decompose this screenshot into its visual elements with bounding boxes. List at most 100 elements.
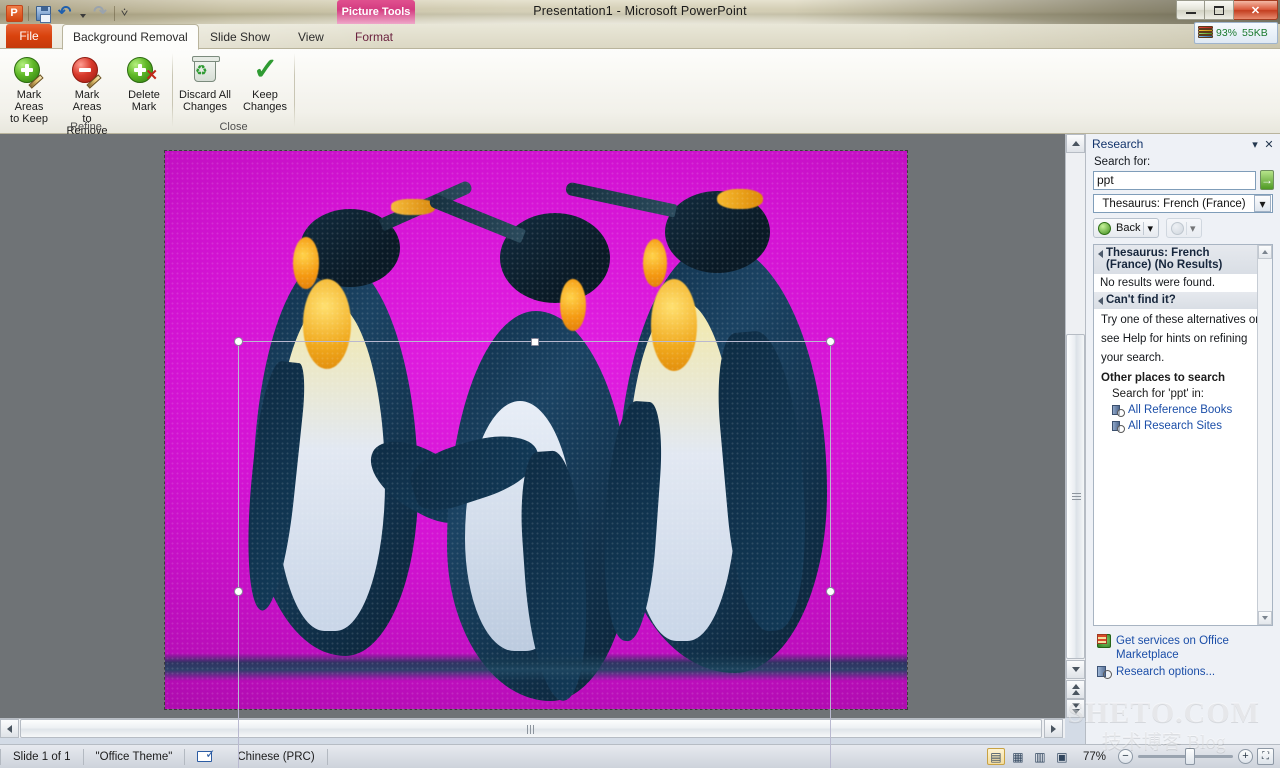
customize-qat-icon[interactable]: ⩒ xyxy=(119,3,130,23)
close-icon[interactable]: ✕ xyxy=(1262,137,1276,151)
delete-mark-button[interactable]: ✕ Delete Mark xyxy=(116,52,172,115)
fit-slide-to-window-button[interactable]: ⛶ xyxy=(1257,748,1274,765)
research-pane-title: Research xyxy=(1092,137,1144,151)
chevron-down-icon[interactable]: ▾ xyxy=(1248,137,1262,151)
app-logo-letter: P xyxy=(5,4,23,22)
powerpoint-logo-icon[interactable]: P xyxy=(4,3,24,23)
tab-slide-show[interactable]: Slide Show xyxy=(200,24,280,49)
collapse-triangle-icon[interactable] xyxy=(1098,297,1103,305)
tab-background-removal[interactable]: Background Removal xyxy=(62,24,199,50)
back-button[interactable]: Back ▾ xyxy=(1093,218,1159,238)
office-marketplace-icon xyxy=(1097,634,1111,648)
archive-percent: 93% xyxy=(1216,27,1238,39)
contextual-tab-label: Picture Tools xyxy=(337,0,415,24)
search-input[interactable] xyxy=(1093,170,1256,190)
vertical-scrollbar[interactable] xyxy=(1065,134,1085,718)
archiver-progress-widget[interactable]: 93% 55KB xyxy=(1194,22,1278,44)
link-label: Get services on Office Marketplace xyxy=(1116,635,1229,661)
results-section-thesaurus[interactable]: Thesaurus: French (France) (No Results) xyxy=(1094,245,1270,274)
help-text: Try one of these alternatives or see Hel… xyxy=(1101,314,1260,364)
forward-button[interactable]: ▾ xyxy=(1166,218,1202,238)
collapse-triangle-icon[interactable] xyxy=(1098,250,1103,258)
window-controls[interactable]: ✕ xyxy=(1176,0,1278,20)
slide-counter[interactable]: Slide 1 of 1 xyxy=(1,747,83,767)
zoom-slider[interactable]: − + xyxy=(1118,748,1253,765)
slide-show-view-button[interactable]: ▣ xyxy=(1053,748,1071,765)
keep-label-line1: Keep xyxy=(252,89,278,101)
save-icon[interactable] xyxy=(33,3,53,23)
undo-icon[interactable]: ↷ xyxy=(55,3,75,23)
tab-view[interactable]: View xyxy=(288,24,334,49)
research-results-panel[interactable]: Thesaurus: French (France) (No Results) … xyxy=(1093,244,1273,626)
link-all-reference-books[interactable]: All Reference Books xyxy=(1094,402,1270,418)
research-site-icon xyxy=(1112,420,1125,433)
mark-areas-to-keep-button[interactable]: Mark Areas to Keep xyxy=(0,52,58,127)
results-scroll-down-button[interactable] xyxy=(1258,611,1272,625)
ribbon-tab-strip[interactable]: File Background Removal Slide Show View … xyxy=(0,24,1280,50)
link-all-research-sites[interactable]: All Research Sites xyxy=(1094,418,1270,434)
search-in-text: Search for 'ppt' in: xyxy=(1112,388,1204,400)
discard-all-changes-button[interactable]: ♻ Discard All Changes xyxy=(173,52,237,115)
results-section-cant-find-it[interactable]: Can't find it? xyxy=(1094,292,1270,309)
reference-source-value: Thesaurus: French (France) xyxy=(1102,197,1246,210)
thesaurus-title-line1: Thesaurus: French xyxy=(1106,247,1210,259)
ribbon-group-refine: Mark Areas to Keep Mark Areas to Remove … xyxy=(0,49,172,137)
zoom-level[interactable]: 77% xyxy=(1075,751,1114,763)
view-controls[interactable]: ▤ ▦ ▥ ▣ 77% − + ⛶ xyxy=(986,748,1280,765)
resize-handle-n[interactable] xyxy=(530,338,539,346)
archive-size: 55KB xyxy=(1242,27,1268,39)
results-scrollbar[interactable] xyxy=(1257,245,1272,625)
undo-dropdown-icon[interactable] xyxy=(77,3,88,23)
research-pane[interactable]: Research ▾ ✕ Search for: → Thesaurus: Fr… xyxy=(1085,134,1280,744)
scroll-down-button[interactable] xyxy=(1066,660,1085,679)
restore-button[interactable] xyxy=(1205,0,1234,20)
slide-work-area[interactable] xyxy=(0,134,1085,768)
link-office-marketplace[interactable]: Get services on Office Marketplace xyxy=(1093,631,1273,662)
resize-handle-nw[interactable] xyxy=(234,337,243,346)
scroll-left-button[interactable] xyxy=(0,719,19,738)
resize-handle-ne[interactable] xyxy=(826,337,835,346)
zoom-track[interactable] xyxy=(1138,748,1233,765)
keep-changes-button[interactable]: ✓ Keep Changes xyxy=(237,52,293,115)
close-button[interactable]: ✕ xyxy=(1234,0,1278,20)
back-dropdown-icon[interactable]: ▾ xyxy=(1144,222,1156,235)
discard-label-line1: Discard All xyxy=(179,89,231,101)
theme-name[interactable]: "Office Theme" xyxy=(84,747,185,767)
next-slide-button[interactable] xyxy=(1066,699,1085,718)
link-label: All Reference Books xyxy=(1128,404,1233,416)
zoom-in-button[interactable]: + xyxy=(1238,749,1253,764)
tab-format[interactable]: Format xyxy=(345,24,403,49)
picture-selection-rectangle[interactable] xyxy=(234,337,835,768)
ribbon: Mark Areas to Keep Mark Areas to Remove … xyxy=(0,49,1280,137)
zoom-out-button[interactable]: − xyxy=(1118,749,1133,764)
discard-label-line2: Changes xyxy=(182,101,228,113)
group-label-close: Close xyxy=(219,121,248,133)
start-search-button[interactable]: → xyxy=(1260,170,1274,190)
search-for-label: Search for: xyxy=(1094,156,1151,168)
spell-check-status[interactable] xyxy=(185,747,225,767)
reference-book-icon xyxy=(1112,404,1125,417)
normal-view-button[interactable]: ▤ xyxy=(986,748,1005,765)
back-label: Back xyxy=(1116,222,1141,234)
resize-handle-w[interactable] xyxy=(234,587,243,596)
forward-dropdown-icon[interactable]: ▾ xyxy=(1187,222,1199,235)
scroll-right-button[interactable] xyxy=(1044,719,1063,738)
quick-access-toolbar[interactable]: P ↷ ↷ ⩒ xyxy=(4,1,130,25)
spell-check-icon xyxy=(197,748,215,763)
vertical-scroll-thumb[interactable] xyxy=(1066,334,1085,659)
research-pane-header: Research ▾ ✕ xyxy=(1086,134,1280,154)
redo-icon[interactable]: ↷ xyxy=(90,3,110,23)
results-scroll-up-button[interactable] xyxy=(1258,245,1272,259)
link-research-options[interactable]: Research options... xyxy=(1093,662,1273,679)
minimize-button[interactable] xyxy=(1176,0,1205,20)
slide-sorter-view-button[interactable]: ▦ xyxy=(1009,748,1027,765)
resize-handle-e[interactable] xyxy=(826,587,835,596)
reference-source-combobox[interactable]: Thesaurus: French (France) ▾ xyxy=(1093,194,1273,213)
previous-slide-button[interactable] xyxy=(1066,680,1085,699)
zoom-thumb[interactable] xyxy=(1185,748,1195,765)
tab-file[interactable]: File xyxy=(6,24,52,48)
scroll-up-button[interactable] xyxy=(1066,134,1085,153)
chevron-down-icon[interactable]: ▾ xyxy=(1254,195,1271,212)
no-results-text: No results were found. xyxy=(1100,277,1216,289)
reading-view-button[interactable]: ▥ xyxy=(1031,748,1049,765)
